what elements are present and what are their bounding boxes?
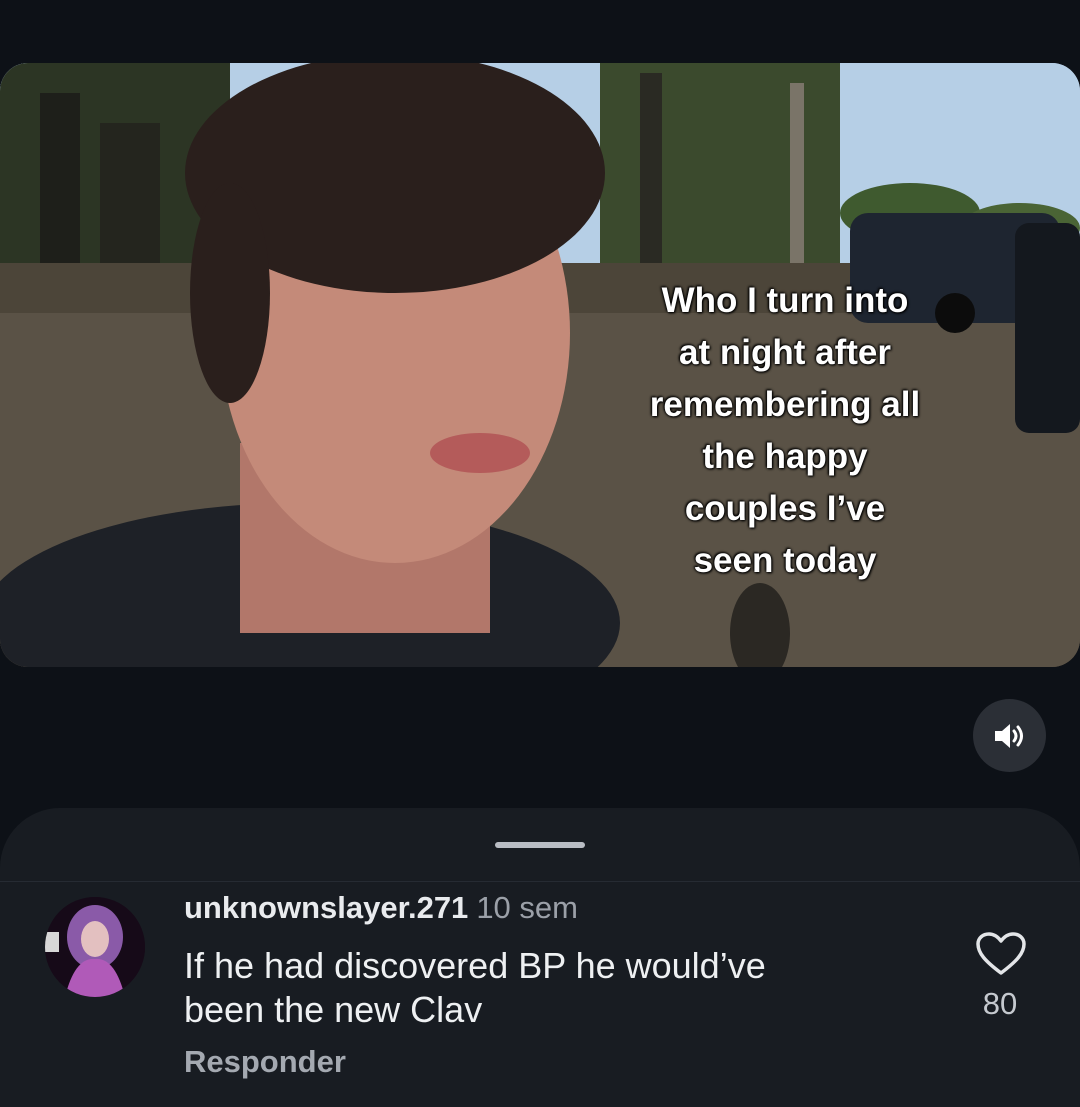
avatar-image — [45, 897, 145, 997]
drag-handle[interactable] — [495, 842, 585, 848]
comment-text: If he had discovered BP he would’ve been… — [184, 945, 766, 1030]
avatar[interactable] — [45, 897, 145, 997]
reply-button[interactable]: Responder — [184, 1044, 346, 1080]
sound-toggle-button[interactable] — [973, 699, 1046, 772]
comment-header: unknownslayer.271 10 sem — [184, 888, 578, 928]
video-player[interactable]: Who I turn into at night after rememberi… — [0, 63, 1080, 667]
speaker-volume-icon — [994, 723, 1023, 748]
like-count: 80 — [982, 986, 1018, 1021]
comments-sheet: unknownslayer.271 10 sem If he had discov… — [0, 808, 1080, 1107]
video-caption: Who I turn into at night after rememberi… — [649, 281, 921, 580]
like-button[interactable] — [975, 931, 1027, 977]
heart-outline-icon — [976, 932, 1026, 975]
divider — [0, 881, 1080, 882]
comment-time: 10 sem — [476, 890, 578, 925]
comment-username[interactable]: unknownslayer.271 — [184, 890, 468, 925]
